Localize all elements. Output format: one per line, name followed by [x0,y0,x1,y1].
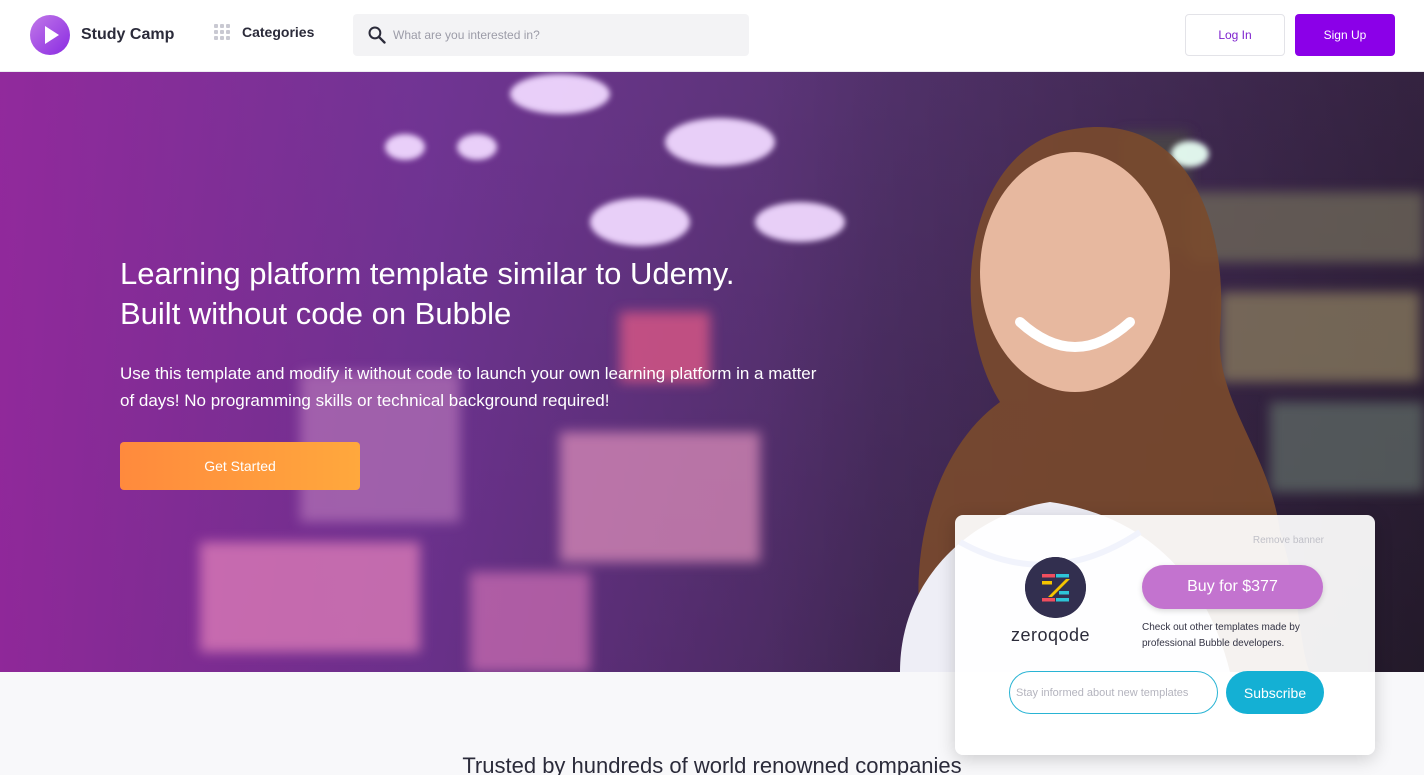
zeroqode-wordmark: zeroqode [1011,625,1091,645]
hero-title-line-2: Built without code on Bubble [120,296,512,331]
buy-button[interactable]: Buy for $377 [1142,565,1323,609]
grid-icon [214,24,230,40]
signup-button[interactable]: Sign Up [1295,14,1395,56]
brand-logo[interactable]: Study Camp [30,15,174,55]
search-icon [368,26,386,44]
hero-title: Learning platform template similar to Ud… [120,254,820,334]
search-bar [353,14,749,56]
categories-menu[interactable]: Categories [214,24,314,40]
play-icon [30,15,70,55]
get-started-button[interactable]: Get Started [120,442,360,490]
remove-banner-link[interactable]: Remove banner [1253,535,1324,546]
hero-title-line-1: Learning platform template similar to Ud… [120,256,735,291]
hero-subtitle: Use this template and modify it without … [120,364,817,410]
subscribe-email-input[interactable] [1009,671,1218,714]
zeroqode-logo [1025,557,1086,618]
trusted-heading: Trusted by hundreds of world renowned co… [462,753,962,775]
search-input[interactable] [393,14,733,56]
promo-banner: Remove banner zeroqode Buy for $377 Chec… [955,515,1375,755]
login-button[interactable]: Log In [1185,14,1285,56]
categories-label: Categories [242,24,315,40]
banner-note: Check out other templates made by profes… [1142,622,1300,649]
subscribe-button[interactable]: Subscribe [1226,671,1324,714]
brand-name: Study Camp [81,26,175,43]
top-header: Study Camp Categories Log In Sign Up [0,0,1424,72]
